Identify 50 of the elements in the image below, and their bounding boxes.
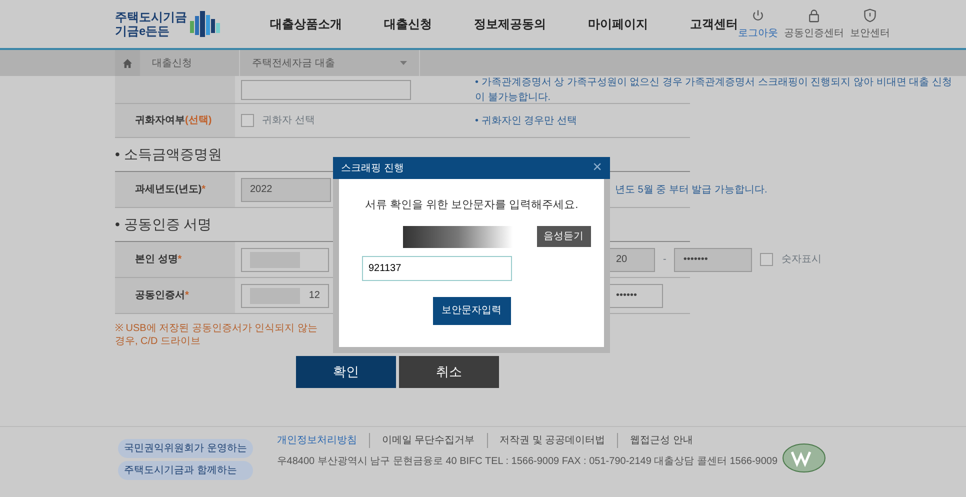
field-label: 귀화자여부(선택): [115, 104, 235, 137]
checkbox-label: 숫자표시: [781, 253, 822, 267]
utility-link[interactable]: 로그아웃: [738, 8, 778, 40]
help-note: • 귀화자인 경우만 선택: [475, 114, 578, 128]
caret-icon: [400, 61, 407, 65]
masked-field[interactable]: •••••••: [674, 248, 752, 272]
certification-mark-icon: [782, 443, 826, 473]
checkbox[interactable]: [241, 114, 254, 127]
checkbox-label: 귀화자 선택: [262, 114, 315, 128]
utility-link[interactable]: 보안센터: [850, 8, 890, 40]
text-field[interactable]: [241, 80, 411, 100]
nav-link[interactable]: 대출상품소개: [270, 15, 342, 33]
password-field[interactable]: ••••••: [607, 284, 663, 308]
address-text: 우48400 부산광역시 남구 문현금융로 40 BIFC TEL : 1566-9009 FAX : 051-790-2149 대출상담 콜센터 1566-9009: [276, 455, 778, 469]
nav-link[interactable]: 대출신청: [384, 15, 432, 33]
captcha-input[interactable]: 921137: [362, 256, 512, 280]
nav-link[interactable]: 고객센터: [690, 15, 738, 33]
warning-text: ※ USB에 저장된 공동인증서가 인식되지 않는 경우, C/D 드라이브: [115, 322, 318, 348]
logo-bars-icon: [190, 11, 220, 37]
field-text: 12: [308, 289, 320, 303]
badge-logo: 주택도시기금과 함께하는: [118, 461, 253, 480]
nav-link[interactable]: 마이페이지: [588, 15, 648, 33]
footer-link[interactable]: 저작권 및 공공데이터법: [486, 433, 618, 448]
checkbox[interactable]: [760, 253, 774, 266]
power-icon: [751, 8, 765, 22]
separator: -: [663, 253, 666, 267]
help-note: 년도 5월 중 부터 발급 가능합니다.: [615, 183, 768, 197]
logo-text: 기금e든든: [115, 24, 171, 38]
submit-captcha-button[interactable]: 보안문자입력: [432, 296, 510, 324]
year-field: 2022: [241, 178, 331, 202]
certificate-field[interactable]: 12: [241, 284, 329, 308]
utility-link[interactable]: 공동인증센터: [784, 8, 844, 40]
shield-icon: [863, 8, 877, 22]
audio-button[interactable]: 음성듣기: [536, 226, 590, 247]
badge-logo: 국민권익위원회가 운영하는: [118, 439, 253, 458]
footer-link[interactable]: 이메일 무단수집거부: [368, 433, 487, 448]
help-note: • 가족관계증명서 상 가족구성원이 없으신 경우 가족관계증명서 스크래핑이 진행되지 않아 비대면 대출 신청이 불가능합니다.: [475, 76, 953, 104]
field-label: 공동인증서*: [115, 278, 235, 313]
confirm-button[interactable]: 확인: [296, 356, 396, 388]
breadcrumb-select[interactable]: 주택전세자금 대출: [240, 50, 420, 76]
logo-text: 주택도시기금: [115, 10, 187, 24]
footer-link[interactable]: 개인정보처리방침: [276, 433, 369, 448]
lock-icon: [807, 8, 821, 22]
resident-number-field: 20: [607, 248, 655, 272]
field-label: 과세년도(년도)*: [115, 172, 235, 207]
cancel-button[interactable]: 취소: [399, 356, 499, 388]
footer-link[interactable]: 웹접근성 안내: [617, 433, 705, 448]
field-label: 본인 성명*: [115, 242, 235, 277]
nav-link[interactable]: 정보제공동의: [474, 15, 546, 33]
home-icon[interactable]: [123, 58, 132, 68]
